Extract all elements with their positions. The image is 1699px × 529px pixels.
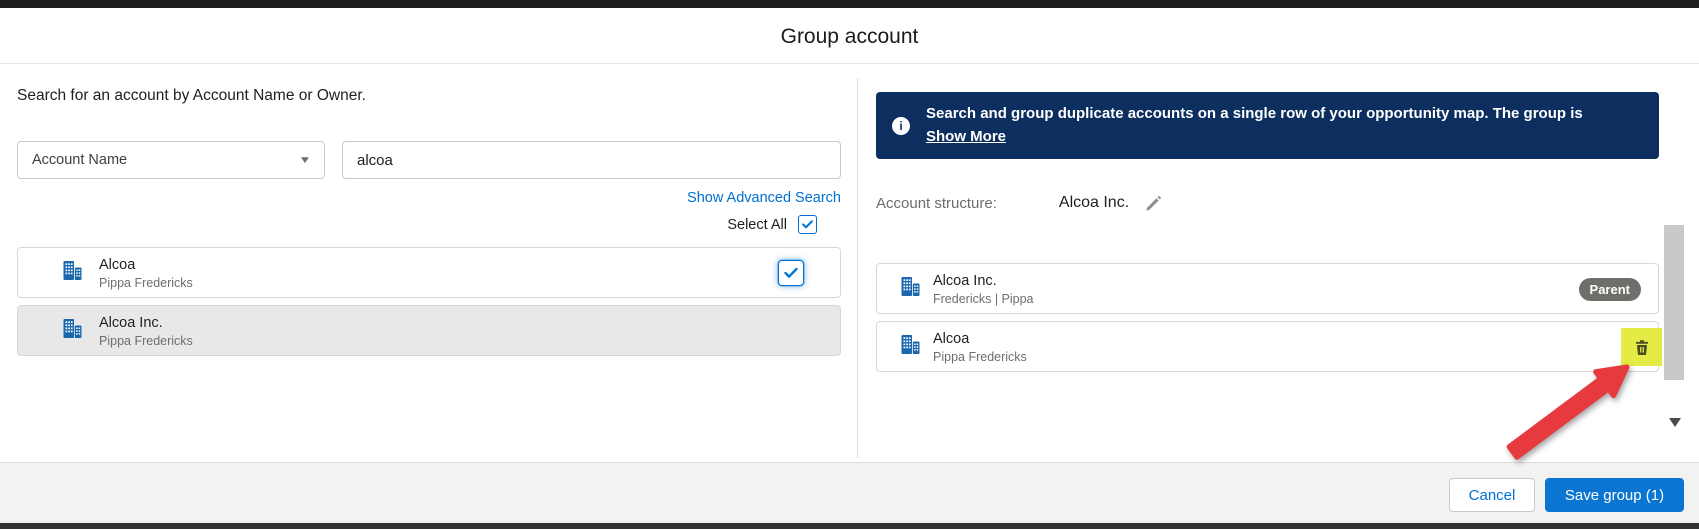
cancel-button[interactable]: Cancel bbox=[1449, 478, 1535, 512]
trash-icon bbox=[1634, 339, 1650, 356]
select-all-label: Select All bbox=[727, 217, 787, 233]
building-icon bbox=[61, 259, 83, 286]
account-structure-label: Account structure: bbox=[876, 195, 997, 212]
account-owner: Pippa Fredericks bbox=[99, 275, 193, 291]
building-icon bbox=[899, 275, 921, 302]
window-top-strip bbox=[0, 0, 1699, 8]
window-bottom-strip bbox=[0, 523, 1699, 529]
account-structure-row: Account structure: Alcoa Inc. bbox=[876, 194, 1162, 212]
page-title: Group account bbox=[0, 8, 1699, 64]
result-checkbox[interactable] bbox=[778, 260, 804, 286]
info-banner-text: Search and group duplicate accounts on a… bbox=[926, 105, 1643, 122]
chevron-down-icon: ▼ bbox=[298, 155, 311, 166]
building-icon bbox=[61, 317, 83, 344]
show-advanced-search-link[interactable]: Show Advanced Search bbox=[687, 190, 841, 206]
modal-footer: Cancel Save group (1) bbox=[0, 462, 1699, 523]
account-texts: Alcoa Pippa Fredericks bbox=[933, 329, 1027, 365]
show-more-link[interactable]: Show More bbox=[926, 128, 1006, 145]
account-name: Alcoa bbox=[99, 255, 193, 275]
search-instruction: Search for an account by Account Name or… bbox=[17, 87, 366, 105]
checkmark-icon bbox=[802, 220, 813, 229]
parent-badge: Parent bbox=[1579, 278, 1641, 301]
search-result-row[interactable]: Alcoa Inc. Pippa Fredericks bbox=[17, 305, 841, 356]
account-owner: Pippa Fredericks bbox=[933, 349, 1027, 365]
info-banner-texts: Search and group duplicate accounts on a… bbox=[926, 105, 1643, 146]
account-owner: Pippa Fredericks bbox=[99, 333, 193, 349]
checkmark-icon bbox=[784, 267, 798, 279]
scrollbar-thumb[interactable] bbox=[1664, 225, 1684, 380]
search-result-row[interactable]: Alcoa Pippa Fredericks bbox=[17, 247, 841, 298]
delete-member-button[interactable] bbox=[1621, 328, 1662, 366]
save-group-button[interactable]: Save group (1) bbox=[1545, 478, 1684, 512]
account-name: Alcoa bbox=[933, 329, 1027, 349]
select-all-checkbox[interactable] bbox=[798, 215, 817, 234]
account-texts: Alcoa Inc. Fredericks | Pippa bbox=[933, 271, 1034, 307]
info-banner: i Search and group duplicate accounts on… bbox=[876, 92, 1659, 159]
search-field-dropdown-value: Account Name bbox=[32, 152, 300, 168]
scrollbar-down-arrow-icon[interactable] bbox=[1669, 418, 1681, 427]
account-owner: Fredericks | Pippa bbox=[933, 291, 1034, 307]
account-name: Alcoa Inc. bbox=[99, 313, 193, 333]
group-member-row: Alcoa Pippa Fredericks bbox=[876, 321, 1659, 372]
search-input[interactable] bbox=[342, 141, 841, 179]
advanced-search-row: Show Advanced Search bbox=[17, 189, 841, 207]
panel-divider bbox=[857, 78, 858, 458]
group-member-row: Alcoa Inc. Fredericks | Pippa Parent bbox=[876, 263, 1659, 314]
building-icon bbox=[899, 333, 921, 360]
account-texts: Alcoa Inc. Pippa Fredericks bbox=[99, 313, 193, 349]
search-field-dropdown[interactable]: Account Name ▼ bbox=[17, 141, 325, 179]
edit-pencil-icon[interactable] bbox=[1145, 195, 1162, 212]
modal-header: Group account bbox=[0, 8, 1699, 64]
account-texts: Alcoa Pippa Fredericks bbox=[99, 255, 193, 291]
account-name: Alcoa Inc. bbox=[933, 271, 1034, 291]
select-all-row: Select All bbox=[17, 215, 841, 234]
account-structure-value: Alcoa Inc. bbox=[1059, 194, 1129, 212]
info-icon: i bbox=[892, 117, 910, 135]
